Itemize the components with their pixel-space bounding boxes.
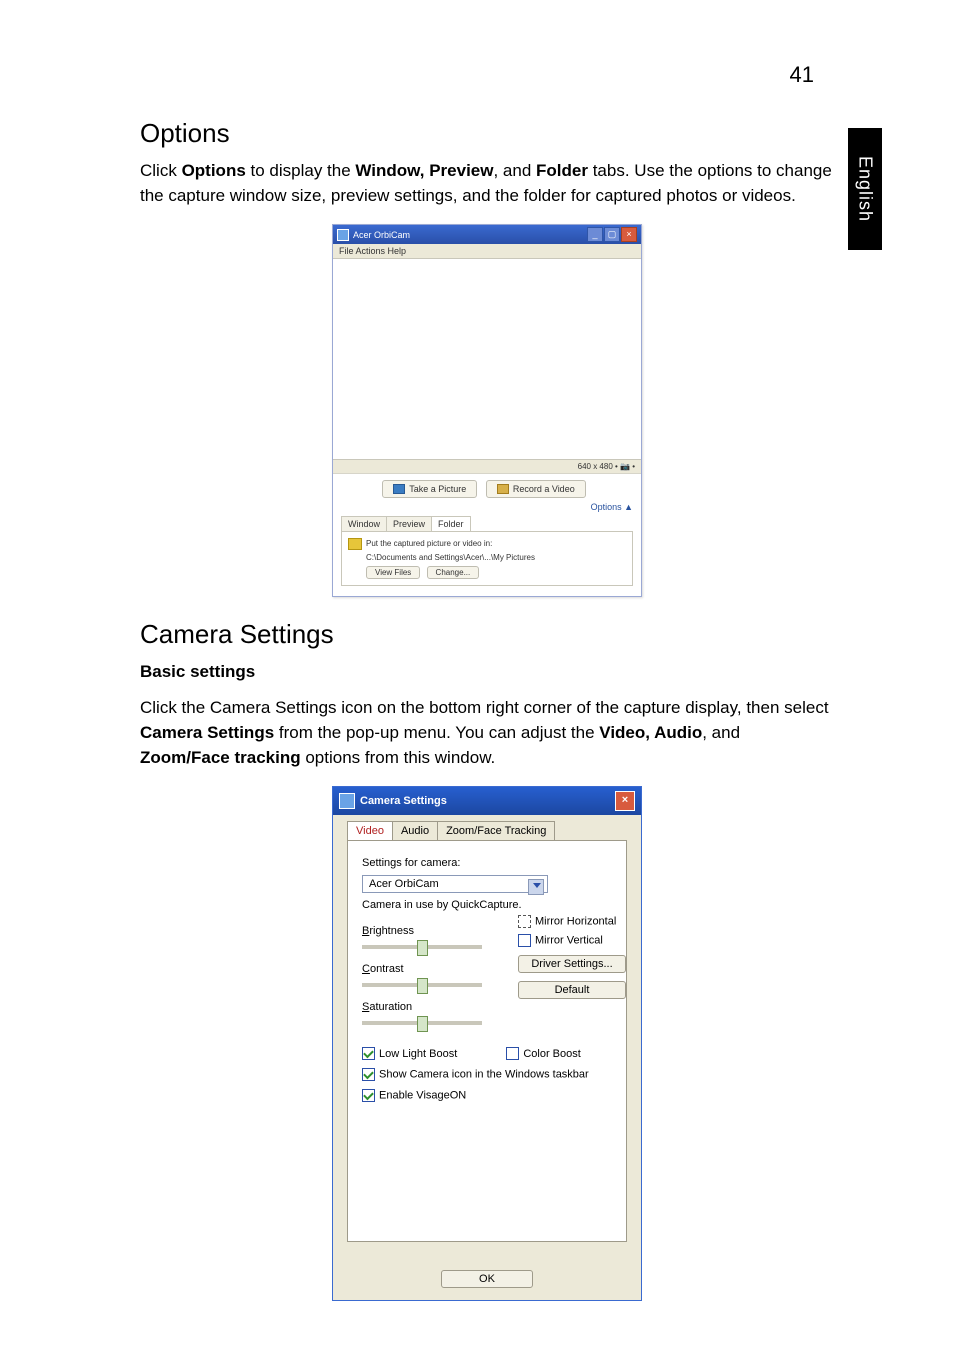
tab-video[interactable]: Video xyxy=(347,821,393,840)
driver-settings-button[interactable]: Driver Settings... xyxy=(518,955,626,973)
basic-settings-paragraph: Click the Camera Settings icon on the bo… xyxy=(140,696,834,770)
enable-visage-label: Enable VisageON xyxy=(379,1090,466,1102)
default-button[interactable]: Default xyxy=(518,981,626,999)
mirror-horizontal-checkbox[interactable]: Mirror Horizontal xyxy=(518,915,628,928)
mirror-v-label: Mirror Vertical xyxy=(535,935,603,947)
tab-window[interactable]: Window xyxy=(341,516,387,531)
folder-path: C:\Documents and Settings\Acer\...\My Pi… xyxy=(366,553,626,562)
camera-icon xyxy=(393,484,405,494)
cs-title-icon xyxy=(339,793,355,809)
bold-video-audio: Video, Audio xyxy=(599,723,702,742)
cs-title-text: Camera Settings xyxy=(360,795,447,807)
bold-zoom-face: Zoom/Face tracking xyxy=(140,748,301,767)
take-picture-button[interactable]: Take a Picture xyxy=(382,480,477,498)
options-collapse-link[interactable]: Options ▲ xyxy=(341,502,633,512)
tab-folder[interactable]: Folder xyxy=(431,516,471,531)
low-light-checkbox[interactable]: Low Light Boost xyxy=(362,1048,457,1060)
text: options from this window. xyxy=(301,748,496,767)
tab-preview[interactable]: Preview xyxy=(386,516,432,531)
text: from the pop-up menu. You can adjust the xyxy=(274,723,599,742)
menu-bar[interactable]: File Actions Help xyxy=(333,244,641,259)
heading-camera-settings: Camera Settings xyxy=(140,619,834,650)
preview-area xyxy=(333,259,641,459)
folder-panel-line1: Put the captured picture or video in: xyxy=(366,539,492,548)
video-icon xyxy=(497,484,509,494)
saturation-label: Saturation xyxy=(362,1001,612,1013)
enable-visage-checkbox[interactable]: Enable VisageON xyxy=(362,1089,612,1102)
cs-titlebar: Camera Settings × xyxy=(333,787,641,815)
bold-options: Options xyxy=(182,161,246,180)
in-use-text: Camera in use by QuickCapture. xyxy=(362,899,612,911)
chevron-down-icon xyxy=(533,883,541,888)
record-video-button[interactable]: Record a Video xyxy=(486,480,586,498)
text: Settings for camera: xyxy=(362,857,460,869)
low-light-label: Low Light Boost xyxy=(379,1048,457,1060)
settings-for-label: Settings for camera: xyxy=(362,857,612,869)
maximize-icon[interactable]: ▢ xyxy=(604,227,620,242)
show-taskbar-checkbox[interactable]: Show Camera icon in the Windows taskbar xyxy=(362,1068,612,1081)
close-icon[interactable]: × xyxy=(615,791,635,811)
camera-settings-dialog: Camera Settings × VideoAudioZoom/Face Tr… xyxy=(332,786,642,1301)
text: , and xyxy=(702,723,740,742)
close-icon[interactable]: × xyxy=(621,227,637,242)
orbicam-titlebar: Acer OrbiCam _ ▢ × xyxy=(333,225,641,244)
options-tabs: WindowPreviewFolder xyxy=(341,516,633,531)
take-picture-label: Take a Picture xyxy=(409,484,466,494)
bold-window-preview: Window, Preview xyxy=(355,161,493,180)
app-icon xyxy=(337,229,349,241)
text: Click the Camera Settings icon on the bo… xyxy=(140,698,829,717)
show-taskbar-label: Show Camera icon in the Windows taskbar xyxy=(379,1069,589,1081)
color-boost-label: Color Boost xyxy=(523,1048,580,1060)
heading-options: Options xyxy=(140,118,834,149)
orbicam-window: Acer OrbiCam _ ▢ × File Actions Help 640… xyxy=(332,224,642,597)
camera-select[interactable]: Acer OrbiCam xyxy=(362,875,548,893)
text: , and xyxy=(493,161,536,180)
folder-panel: Put the captured picture or video in: C:… xyxy=(341,531,633,586)
ok-button[interactable]: OK xyxy=(441,1270,533,1288)
bold-camera-settings: Camera Settings xyxy=(140,723,274,742)
change-button[interactable]: Change... xyxy=(427,566,480,579)
page-number: 41 xyxy=(790,62,814,88)
language-tab: English xyxy=(848,128,882,250)
contrast-slider[interactable] xyxy=(362,983,482,987)
text: to display the xyxy=(246,161,356,180)
bold-folder: Folder xyxy=(536,161,588,180)
status-bar: 640 x 480 • 📷 • xyxy=(333,459,641,473)
minimize-icon[interactable]: _ xyxy=(587,227,603,242)
tab-audio[interactable]: Audio xyxy=(392,821,438,840)
record-video-label: Record a Video xyxy=(513,484,575,494)
window-title: Acer OrbiCam xyxy=(353,230,410,240)
text: Click xyxy=(140,161,182,180)
saturation-slider[interactable] xyxy=(362,1021,482,1025)
heading-basic-settings: Basic settings xyxy=(140,662,834,682)
mirror-h-label: Mirror Horizontal xyxy=(535,916,616,928)
options-paragraph: Click Options to display the Window, Pre… xyxy=(140,159,834,208)
camera-select-value: Acer OrbiCam xyxy=(369,878,439,890)
tab-zoom-face[interactable]: Zoom/Face Tracking xyxy=(437,821,555,840)
folder-icon xyxy=(348,538,362,550)
color-boost-checkbox[interactable]: Color Boost xyxy=(506,1048,580,1060)
view-files-button[interactable]: View Files xyxy=(366,566,420,579)
brightness-slider[interactable] xyxy=(362,945,482,949)
mirror-vertical-checkbox[interactable]: Mirror Vertical xyxy=(518,934,628,947)
